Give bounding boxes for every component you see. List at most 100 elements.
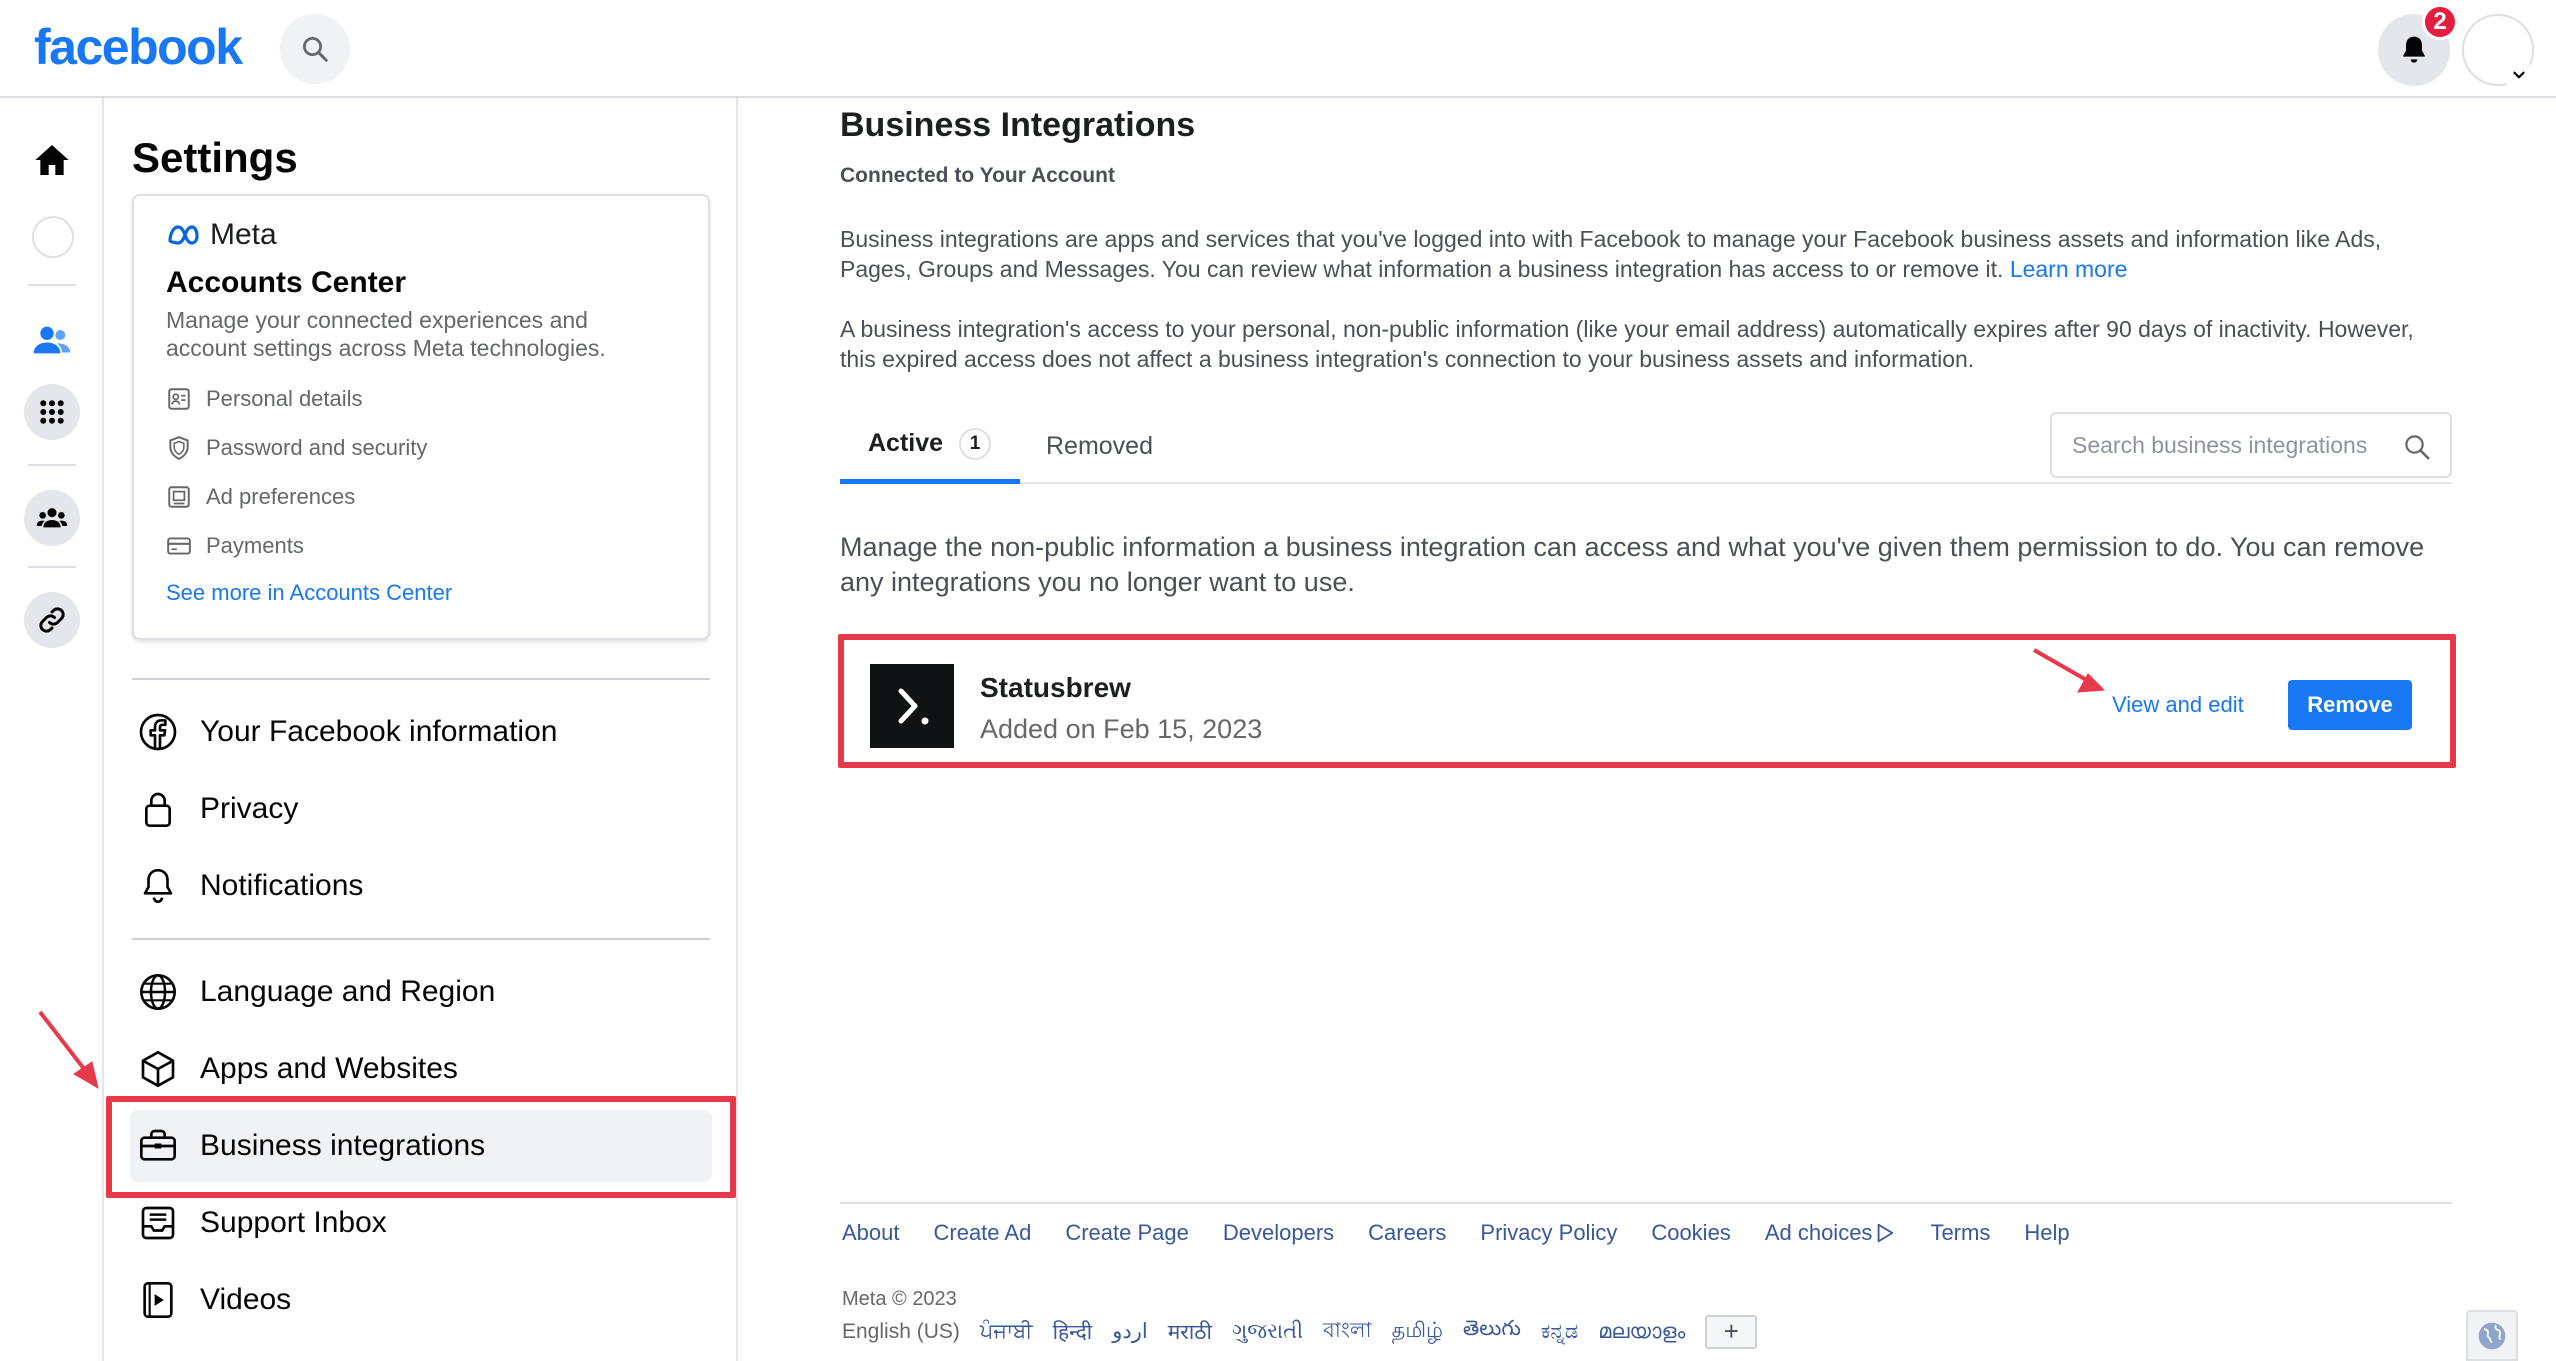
intro-paragraph: Business integrations are apps and servi…	[840, 224, 2440, 284]
statusbrew-logo-icon	[898, 688, 929, 725]
search-integrations-input[interactable]	[2072, 431, 2392, 459]
nav-videos[interactable]: Videos	[130, 1264, 712, 1336]
footer-link-help[interactable]: Help	[2024, 1220, 2069, 1246]
active-count-badge: 1	[959, 427, 992, 460]
footer-link-careers[interactable]: Careers	[1368, 1220, 1446, 1246]
statusbrew-logo	[870, 664, 954, 748]
ac-item-label: Ad preferences	[206, 483, 356, 509]
integration-added-date: Added on Feb 15, 2023	[980, 714, 1263, 744]
footer-link-about[interactable]: About	[842, 1220, 900, 1246]
manage-description: Manage the non-public information a busi…	[840, 532, 2425, 597]
search-button[interactable]	[280, 14, 350, 84]
credit-card-icon	[167, 536, 191, 555]
language-list: English (US) ਪੰਜਾਬੀ हिन्दी اردو मराठी ગુ…	[842, 1314, 1758, 1349]
copyright: Meta © 2023	[842, 1288, 957, 1310]
globe-icon	[2478, 1322, 2506, 1349]
footer-link-ad-choices: Ad choices	[1764, 1220, 1873, 1245]
settings-divider	[132, 938, 710, 940]
accounts-center-description: Manage your connected experiences and ac…	[166, 307, 606, 361]
video-icon	[143, 1282, 173, 1318]
view-and-edit-link[interactable]: View and edit	[2112, 692, 2244, 718]
footer-links: About Create Ad Create Page Developers C…	[842, 1220, 2070, 1246]
rail-profile[interactable]	[32, 216, 74, 258]
tab-label: Removed	[1046, 431, 1153, 460]
expiry-paragraph: A business integration's access to your …	[840, 316, 2414, 372]
nav-privacy[interactable]: Privacy	[130, 773, 712, 845]
rail-menu[interactable]	[24, 384, 80, 440]
footer-link-ad-choices-wrap[interactable]: Ad choices	[1765, 1220, 1897, 1246]
language-link[interactable]: اردو	[1112, 1319, 1147, 1344]
rail-groups[interactable]	[24, 490, 80, 546]
groups-icon	[36, 508, 68, 528]
nav-language-region[interactable]: Language and Region	[130, 956, 712, 1028]
account-menu-chevron[interactable]	[2504, 60, 2534, 90]
settings-title: Settings	[132, 134, 298, 181]
facebook-icon	[139, 713, 177, 751]
bell-outline-icon	[143, 868, 173, 903]
language-link[interactable]: தமிழ்	[1392, 1319, 1443, 1345]
nav-notifications[interactable]: Notifications	[130, 850, 712, 922]
language-link[interactable]: ਪੰਜਾਬੀ	[980, 1320, 1033, 1344]
meta-brand-text: Meta	[210, 218, 277, 251]
language-link[interactable]: ಕನ್ನಡ	[1541, 1320, 1578, 1344]
search-icon	[2405, 435, 2430, 460]
nav-label: Notifications	[200, 869, 364, 902]
ac-item-personal-details[interactable]: Personal details	[166, 374, 427, 423]
language-link[interactable]: తెలుగు	[1463, 1317, 1521, 1346]
chevron-down-icon	[2513, 71, 2525, 79]
lock-icon	[145, 792, 171, 827]
inbox-icon	[141, 1206, 175, 1240]
integration-name: Statusbrew	[980, 672, 1131, 703]
integration-card: Statusbrew Added on Feb 15, 2023 View an…	[838, 634, 2456, 768]
tab-active[interactable]: Active 1	[840, 408, 1020, 484]
accounts-center-title: Accounts Center	[166, 266, 407, 299]
meta-infinity-icon	[168, 225, 199, 245]
nav-label: Videos	[200, 1283, 292, 1316]
cube-icon	[141, 1051, 175, 1087]
page-title: Business Integrations	[840, 106, 1196, 144]
nav-your-facebook-information[interactable]: Your Facebook information	[130, 696, 712, 768]
ac-item-password-security[interactable]: Password and security	[166, 423, 427, 472]
language-link[interactable]: मराठी	[1168, 1318, 1212, 1346]
id-card-icon	[168, 387, 190, 410]
rail-links[interactable]	[24, 592, 80, 648]
ad-choices-icon	[1878, 1223, 1894, 1243]
ac-item-label: Personal details	[206, 385, 363, 411]
ac-item-payments[interactable]: Payments	[166, 521, 427, 570]
footer-link-privacy-policy[interactable]: Privacy Policy	[1480, 1220, 1617, 1246]
search-icon	[303, 37, 328, 62]
current-language: English (US)	[842, 1319, 960, 1343]
accounts-center-card[interactable]: Meta Accounts Center Manage your connect…	[132, 194, 710, 640]
intro-text: Business integrations are apps and servi…	[840, 226, 2382, 282]
integrations-search	[2050, 412, 2452, 478]
remove-button[interactable]: Remove	[2288, 680, 2412, 730]
ac-item-ad-preferences[interactable]: Ad preferences	[166, 472, 427, 521]
language-globe-button[interactable]	[2466, 1310, 2518, 1361]
rail-friends[interactable]	[24, 312, 80, 368]
language-link[interactable]: മലയാളം	[1598, 1320, 1685, 1344]
language-link[interactable]: हिन्दी	[1053, 1318, 1093, 1346]
nav-apps-websites[interactable]: Apps and Websites	[130, 1033, 712, 1105]
learn-more-link[interactable]: Learn more	[2010, 256, 2128, 282]
page-subtitle: Connected to Your Account	[840, 164, 1115, 187]
tab-label: Active	[868, 429, 944, 457]
tab-removed[interactable]: Removed	[1046, 408, 1153, 484]
footer-link-create-page[interactable]: Create Page	[1065, 1220, 1189, 1246]
language-link[interactable]: ગુજરાતી	[1232, 1320, 1303, 1344]
footer-link-developers[interactable]: Developers	[1223, 1220, 1334, 1246]
rail-home[interactable]	[24, 132, 80, 188]
rail-separator	[28, 464, 76, 466]
nav-label: Your Facebook information	[200, 715, 558, 748]
language-link[interactable]: বাংলা	[1323, 1314, 1372, 1349]
footer-link-create-ad[interactable]: Create Ad	[934, 1220, 1032, 1246]
footer-link-terms[interactable]: Terms	[1930, 1220, 1990, 1246]
more-languages-button[interactable]: +	[1705, 1314, 1758, 1349]
ac-item-label: Payments	[206, 532, 304, 558]
see-more-accounts-center-link[interactable]: See more in Accounts Center	[166, 580, 452, 606]
nav-label: Support Inbox	[200, 1206, 387, 1239]
main-content: Business Integrations Connected to Your …	[838, 98, 2456, 1361]
facebook-logo[interactable]: facebook	[34, 18, 243, 76]
shield-icon	[169, 435, 189, 460]
footer-link-cookies[interactable]: Cookies	[1651, 1220, 1730, 1246]
monitor-icon	[168, 485, 190, 508]
